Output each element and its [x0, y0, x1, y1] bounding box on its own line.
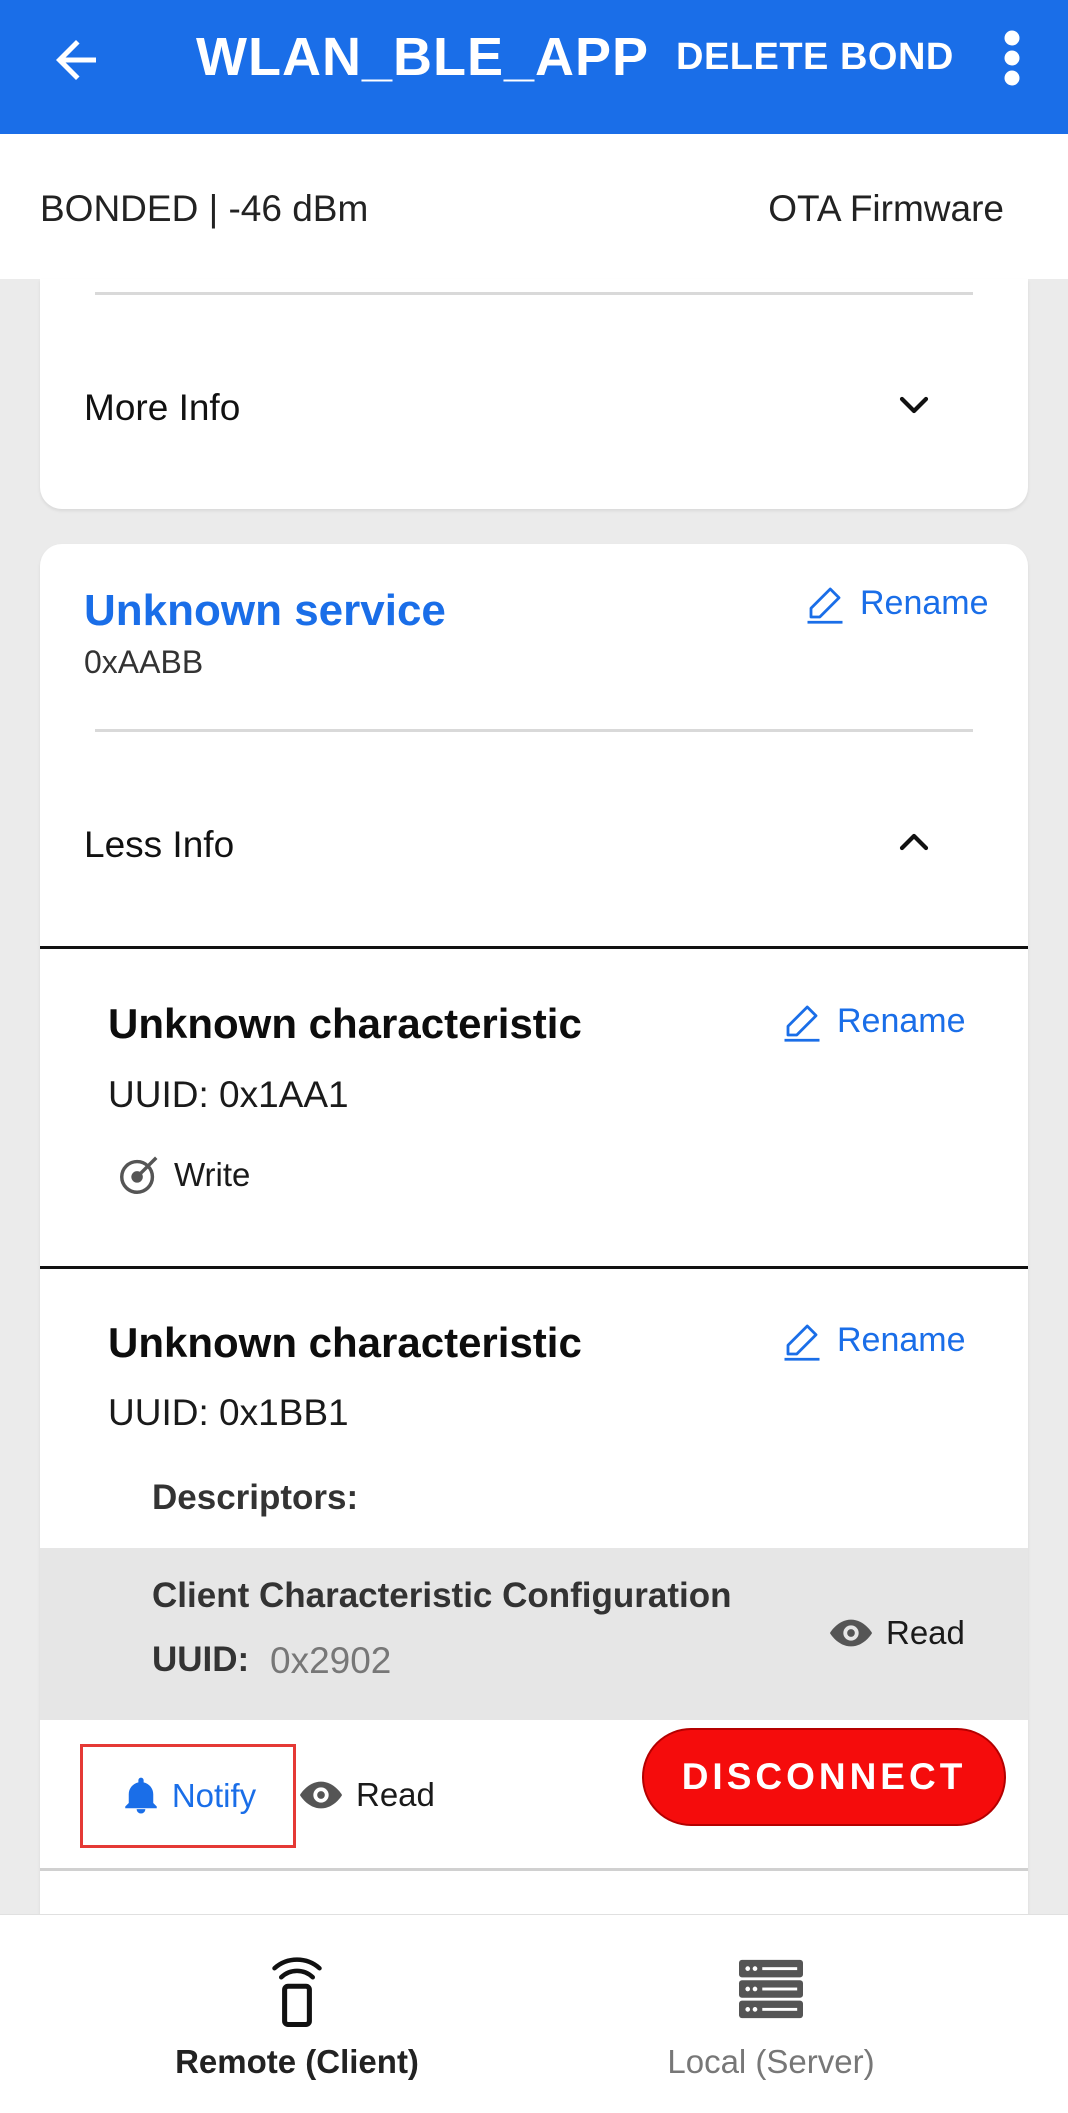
less-info-toggle[interactable]: Less Info — [84, 824, 234, 866]
rename-service-button[interactable]: Rename — [804, 582, 989, 624]
pencil-icon — [784, 1005, 820, 1042]
server-icon — [739, 1959, 803, 2019]
eye-icon — [299, 1781, 343, 1809]
read-label: Read — [356, 1776, 435, 1813]
chevron-down-icon[interactable] — [896, 387, 932, 423]
bottom-navigation: Remote (Client) Local (Server) — [0, 1914, 1068, 2113]
descriptors-label: Descriptors: — [152, 1478, 359, 1517]
write-icon — [120, 1156, 158, 1194]
remote-device-icon — [272, 1957, 322, 2028]
notify-label: Notify — [171, 1777, 257, 1814]
rename-characteristic-button[interactable]: Rename — [781, 1319, 966, 1361]
service-uuid: 0xAABB — [84, 644, 204, 680]
divider — [95, 292, 973, 295]
characteristic-uuid: UUID: 0x1AA1 — [108, 1074, 349, 1115]
ota-firmware-button[interactable]: OTA Firmware — [768, 188, 1004, 230]
divider — [95, 729, 973, 732]
service-name: Unknown service — [84, 586, 446, 635]
connection-status-bar: BONDED | -46 dBm OTA Firmware — [0, 134, 1068, 279]
app-bar: WLAN_BLE_APP DELETE BOND — [0, 0, 1068, 134]
notify-property-button[interactable]: Notify — [80, 1744, 296, 1848]
nav-label: Local (Server) — [667, 2043, 875, 2080]
nav-remote-client[interactable]: Remote (Client) — [30, 1915, 564, 2113]
write-property-button[interactable]: Write — [116, 1152, 250, 1198]
more-vert-icon[interactable] — [994, 28, 1030, 88]
divider — [40, 1266, 1028, 1269]
write-label: Write — [174, 1156, 251, 1193]
descriptor-uuid-label: UUID: — [152, 1640, 250, 1679]
descriptor-uuid: 0x2902 — [270, 1640, 392, 1681]
rename-label: Rename — [860, 583, 989, 622]
chevron-up-icon[interactable] — [896, 824, 932, 860]
pencil-icon — [807, 587, 843, 624]
arrow-left-icon[interactable] — [46, 30, 106, 90]
descriptor-name: Client Characteristic Configuration — [152, 1576, 732, 1615]
characteristic-uuid: UUID: 0x1BB1 — [108, 1392, 349, 1433]
read-label: Read — [886, 1614, 965, 1651]
service-card-previous: More Info — [40, 279, 1028, 509]
pencil-icon — [784, 1324, 820, 1361]
eye-icon — [829, 1619, 873, 1647]
more-info-toggle[interactable]: More Info — [84, 387, 240, 429]
read-property-button[interactable]: Read — [298, 1772, 435, 1818]
rename-label: Rename — [837, 1001, 966, 1040]
rename-label: Rename — [837, 1320, 966, 1359]
disconnect-button[interactable]: DISCONNECT — [642, 1728, 1006, 1826]
bell-icon — [125, 1777, 157, 1814]
nav-label: Remote (Client) — [175, 2043, 419, 2080]
bond-status: BONDED | -46 dBm — [40, 188, 369, 229]
app-title: WLAN_BLE_APP — [196, 27, 650, 87]
characteristic-name: Unknown characteristic — [108, 1319, 582, 1366]
characteristic-name: Unknown characteristic — [108, 1000, 582, 1047]
rename-characteristic-button[interactable]: Rename — [781, 1000, 966, 1042]
descriptor-row: Client Characteristic Configuration UUID… — [40, 1548, 1028, 1720]
delete-bond-button[interactable]: DELETE BOND — [676, 36, 954, 79]
divider — [40, 946, 1028, 949]
nav-local-server[interactable]: Local (Server) — [504, 1915, 1038, 2113]
descriptor-read-button[interactable]: Read — [828, 1610, 965, 1656]
divider — [40, 1868, 1028, 1871]
